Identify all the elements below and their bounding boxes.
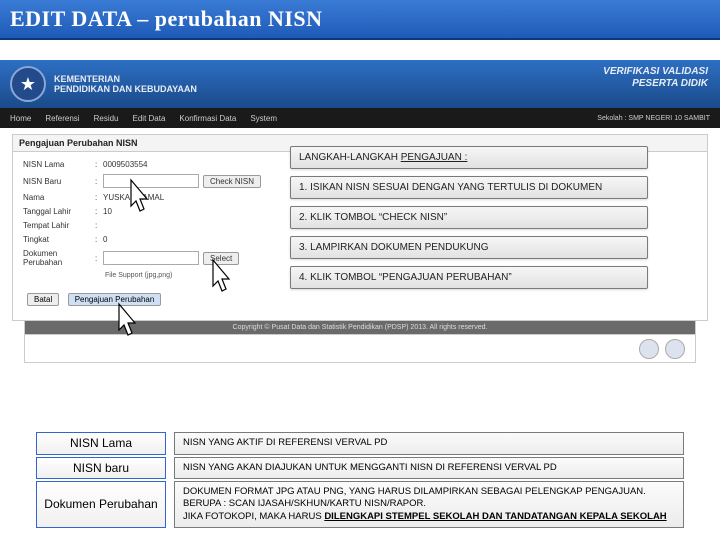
steps-title: LANGKAH-LANGKAH PENGAJUAN : — [290, 146, 648, 169]
ministry-line2: PENDIDIKAN DAN KEBUDAYAAN — [54, 84, 197, 94]
label-tanggal: Tanggal Lahir — [23, 207, 95, 216]
step-2: 2. KLIK TOMBOL “CHECK NISN” — [290, 206, 648, 229]
verification-title: VERIFIKASI VALIDASI PESERTA DIDIK — [603, 66, 708, 90]
step-4: 4. KLIK TOMBOL “PENGAJUAN PERUBAHAN” — [290, 266, 648, 289]
ministry-line1: KEMENTERIAN — [54, 74, 197, 84]
input-dokumen[interactable] — [103, 251, 199, 265]
select-file-button[interactable]: Select — [203, 252, 239, 265]
steps-container: LANGKAH-LANGKAH PENGAJUAN : 1. ISIKAN NI… — [290, 146, 648, 296]
ministry-name: KEMENTERIAN PENDIDIKAN DAN KEBUDAYAAN — [54, 74, 197, 95]
legend-label-dokumen: Dokumen Perubahan — [36, 481, 166, 528]
label-tempat: Tempat Lahir — [23, 221, 95, 230]
label-nama: Nama — [23, 193, 95, 202]
value-tanggal: 10 — [103, 207, 112, 216]
slide-title: EDIT DATA – perubahan NISN — [0, 0, 720, 40]
school-label: Sekolah : SMP NEGERI 10 SAMBIT — [597, 115, 710, 122]
check-nisn-button[interactable]: Check NISN — [203, 175, 261, 188]
legend-desc-dokumen-l2: BERUPA : SCAN IJASAH/SKHUN/KARTU NISN/RA… — [183, 498, 675, 510]
legend-row-nisn-lama: NISN Lama NISN YANG AKTIF DI REFERENSI V… — [36, 432, 684, 454]
label-tingkat: Tingkat — [23, 235, 95, 244]
label-nisn-lama: NISN Lama — [23, 160, 95, 169]
value-nama: YUSKANT AMAL — [103, 193, 164, 202]
ministry-logo-icon: ★ — [10, 66, 46, 102]
nav-edit-data[interactable]: Edit Data — [133, 114, 166, 123]
input-nisn-baru[interactable] — [103, 174, 199, 188]
label-nisn-baru: NISN Baru — [23, 177, 95, 186]
label-dokumen: Dokumen Perubahan — [23, 249, 95, 267]
nav-referensi[interactable]: Referensi — [45, 114, 79, 123]
nav-home[interactable]: Home — [10, 114, 31, 123]
legend-row-dokumen: Dokumen Perubahan DOKUMEN FORMAT JPG ATA… — [36, 481, 684, 528]
badges-row — [24, 335, 696, 363]
steps-title-a: LANGKAH-LANGKAH — [299, 152, 401, 163]
value-tingkat: 0 — [103, 235, 107, 244]
steps-title-b: PENGAJUAN : — [401, 152, 468, 163]
legend-desc-nisn-baru: NISN YANG AKAN DIAJUKAN UNTUK MENGGANTI … — [174, 457, 684, 479]
batal-button[interactable]: Batal — [27, 293, 59, 306]
legend-desc-dokumen-l3: JIKA FOTOKOPI, MAKA HARUS DILENGKAPI STE… — [183, 511, 675, 523]
ministry-header: ★ KEMENTERIAN PENDIDIKAN DAN KEBUDAYAAN … — [0, 60, 720, 108]
badge-icon — [665, 339, 685, 359]
badge-icon — [639, 339, 659, 359]
step-3: 3. LAMPIRKAN DOKUMEN PENDUKUNG — [290, 236, 648, 259]
legend-desc-dokumen-l1: DOKUMEN FORMAT JPG ATAU PNG, YANG HARUS … — [183, 486, 675, 498]
pengajuan-button[interactable]: Pengajuan Perubahan — [68, 293, 162, 306]
legend: NISN Lama NISN YANG AKTIF DI REFERENSI V… — [36, 432, 684, 530]
nav-residu[interactable]: Residu — [94, 114, 119, 123]
main-nav: Home Referensi Residu Edit Data Konfirma… — [0, 108, 720, 128]
legend-label-nisn-baru: NISN baru — [36, 457, 166, 479]
legend-desc-nisn-lama: NISN YANG AKTIF DI REFERENSI VERVAL PD — [174, 432, 684, 454]
legend-desc-dokumen: DOKUMEN FORMAT JPG ATAU PNG, YANG HARUS … — [174, 481, 684, 528]
verif-line1: VERIFIKASI VALIDASI — [603, 66, 708, 78]
nav-konfirmasi[interactable]: Konfirmasi Data — [179, 114, 236, 123]
legend-row-nisn-baru: NISN baru NISN YANG AKAN DIAJUKAN UNTUK … — [36, 457, 684, 479]
verif-line2: PESERTA DIDIK — [603, 78, 708, 90]
step-1: 1. ISIKAN NISN SESUAI DENGAN YANG TERTUL… — [290, 176, 648, 199]
nav-system[interactable]: System — [250, 114, 277, 123]
value-nisn-lama: 0009503554 — [103, 160, 148, 169]
legend-label-nisn-lama: NISN Lama — [36, 432, 166, 454]
copyright: Copyright © Pusat Data dan Statistik Pen… — [24, 321, 696, 335]
